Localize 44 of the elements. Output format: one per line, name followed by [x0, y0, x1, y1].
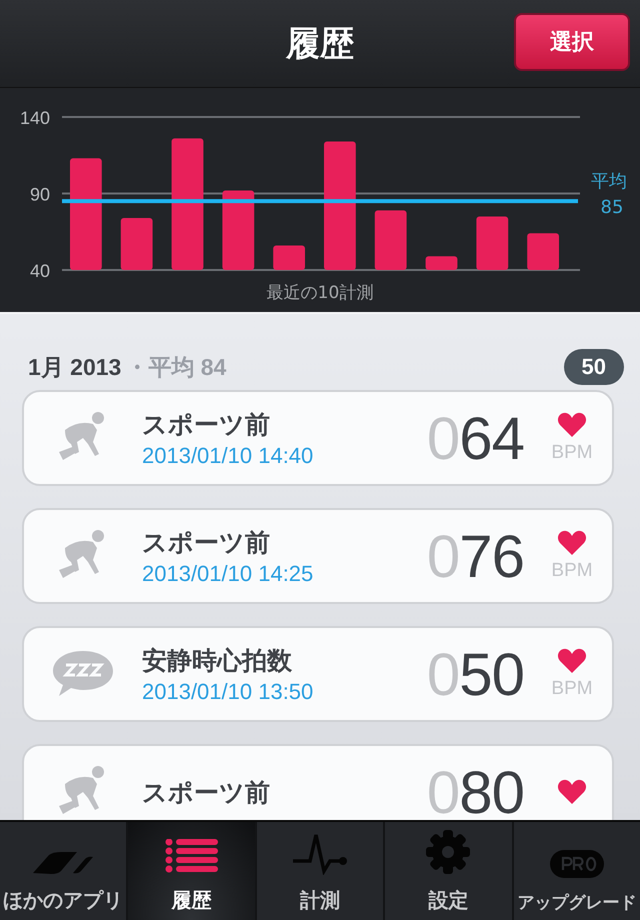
- settings-icon: [425, 829, 472, 875]
- list-icon: [164, 839, 219, 875]
- sleep-bubble-icon: [51, 649, 115, 699]
- record-title: スポーツ前: [142, 526, 271, 558]
- average-label: 平均 85: [591, 171, 628, 218]
- y-tick-label: 40: [30, 261, 50, 281]
- bpm-unit: BPM: [551, 560, 593, 582]
- record-card[interactable]: 安静時心拍数 2013/01/10 13:50 050 BPM: [22, 626, 614, 722]
- leaf-shapes-icon: [31, 851, 96, 875]
- x-axis-label: 最近の10計測: [266, 283, 374, 303]
- tab[interactable]: 履歴: [128, 822, 257, 920]
- record-title: スポーツ前: [142, 776, 271, 808]
- record-date: 2013/01/10 14:40: [142, 442, 314, 468]
- heart-icon: [557, 530, 587, 556]
- record-card[interactable]: スポーツ前 2013/01/10 14:25 076 BPM: [22, 508, 614, 604]
- month-average: ・平均 84: [125, 352, 226, 382]
- bar: [374, 210, 407, 270]
- record-title: 安静時心拍数: [142, 644, 293, 676]
- bar: [527, 233, 559, 270]
- y-tick-label: 140: [20, 108, 50, 128]
- bpm-unit: BPM: [551, 678, 593, 700]
- record-title: スポーツ前: [142, 408, 271, 440]
- bar: [476, 216, 508, 270]
- y-tick-label: 90: [30, 184, 50, 204]
- count-badge: 50: [564, 349, 624, 385]
- bpm-value: 064: [426, 404, 524, 472]
- bar: [426, 256, 458, 270]
- pro-badge-icon: [548, 849, 605, 879]
- record-card[interactable]: スポーツ前 2013/01/10 14:40 064 BPM: [22, 390, 614, 486]
- select-button[interactable]: 選択: [514, 13, 630, 71]
- bpm-value: 080: [426, 758, 524, 820]
- record-date: 2013/01/10 13:50: [142, 678, 314, 704]
- record-card[interactable]: スポーツ前 080: [22, 744, 614, 820]
- bpm-value: 050: [426, 640, 524, 708]
- heart-icon: [557, 648, 587, 674]
- screen-title: 履歴: [286, 22, 354, 66]
- bpm-value: 076: [426, 522, 524, 590]
- heart-icon: [557, 412, 587, 438]
- bar: [273, 246, 305, 270]
- bpm-unit: BPM: [551, 442, 593, 464]
- bar: [120, 218, 153, 270]
- record-date: 2013/01/10 14:25: [142, 560, 314, 586]
- heart-icon: [557, 779, 587, 805]
- month-label: 1月 2013: [28, 352, 122, 382]
